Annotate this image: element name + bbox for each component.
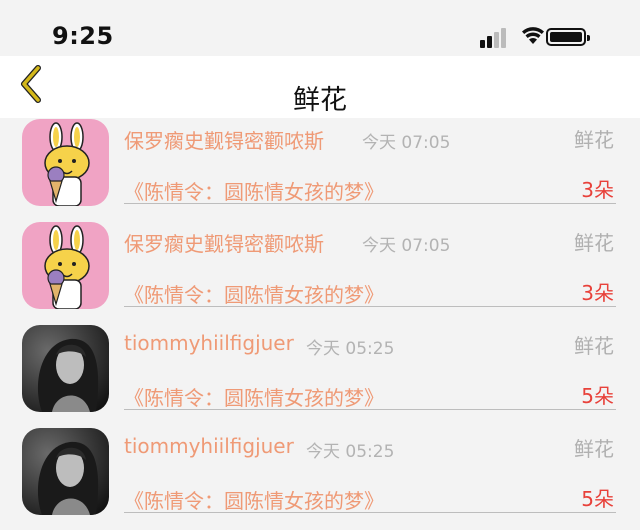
woman-portrait-avatar-icon xyxy=(22,428,109,515)
gift-type: 鲜花 xyxy=(574,231,614,255)
gift-work-title[interactable]: 《陈情令：圆陈情女孩的梦》 xyxy=(124,176,384,205)
row-divider xyxy=(124,306,616,307)
row-divider xyxy=(124,409,616,410)
gift-type: 鲜花 xyxy=(574,334,614,358)
status-bar: 9:25 xyxy=(0,0,640,56)
timestamp: 今天 05:25 xyxy=(306,442,395,462)
row-divider xyxy=(124,512,616,513)
navigation-bar: 鲜花 xyxy=(0,56,640,118)
page-title: 鲜花 xyxy=(293,85,347,116)
cellular-signal-icon xyxy=(480,26,510,48)
battery-icon xyxy=(546,28,590,46)
flower-count: 3朵 xyxy=(581,281,614,305)
gift-type: 鲜花 xyxy=(574,128,614,152)
gift-type: 鲜花 xyxy=(574,437,614,461)
woman-portrait-avatar-icon xyxy=(22,325,109,412)
flower-count: 3朵 xyxy=(581,178,614,202)
bunny-avatar-icon xyxy=(22,119,109,206)
status-time: 9:25 xyxy=(52,22,114,50)
avatar[interactable] xyxy=(22,428,109,515)
flower-count: 5朵 xyxy=(581,384,614,408)
sender-name: 保罗瘸史觐锝密颧哝斯 xyxy=(124,129,324,153)
timestamp: 今天 07:05 xyxy=(362,133,451,153)
sender-name: 保罗瘸史觐锝密颧哝斯 xyxy=(124,232,324,256)
list-item[interactable]: 保罗瘸史觐锝密颧哝斯 今天 07:05 鲜花 《陈情令：圆陈情女孩的梦》 3朵 xyxy=(0,221,640,324)
list-item[interactable]: tiommyhiilfigjuer 今天 05:25 鲜花 《陈情令：圆陈情女孩… xyxy=(0,427,640,530)
row-divider xyxy=(124,203,616,204)
sender-name: tiommyhiilfigjuer xyxy=(124,331,294,355)
list-item[interactable]: tiommyhiilfigjuer 今天 05:25 鲜花 《陈情令：圆陈情女孩… xyxy=(0,324,640,427)
gift-work-title[interactable]: 《陈情令：圆陈情女孩的梦》 xyxy=(124,382,384,411)
wifi-icon xyxy=(522,27,544,44)
flower-count: 5朵 xyxy=(581,487,614,511)
sender-name: tiommyhiilfigjuer xyxy=(124,434,294,458)
avatar[interactable] xyxy=(22,222,109,309)
timestamp: 今天 07:05 xyxy=(362,236,451,256)
avatar[interactable] xyxy=(22,325,109,412)
list-item[interactable]: 保罗瘸史觐锝密颧哝斯 今天 07:05 鲜花 《陈情令：圆陈情女孩的梦》 3朵 xyxy=(0,118,640,221)
gift-work-title[interactable]: 《陈情令：圆陈情女孩的梦》 xyxy=(124,485,384,514)
bunny-avatar-icon xyxy=(22,222,109,309)
gift-work-title[interactable]: 《陈情令：圆陈情女孩的梦》 xyxy=(124,279,384,308)
flower-list: 保罗瘸史觐锝密颧哝斯 今天 07:05 鲜花 《陈情令：圆陈情女孩的梦》 3朵 xyxy=(0,118,640,530)
timestamp: 今天 05:25 xyxy=(306,339,395,359)
avatar[interactable] xyxy=(22,119,109,206)
